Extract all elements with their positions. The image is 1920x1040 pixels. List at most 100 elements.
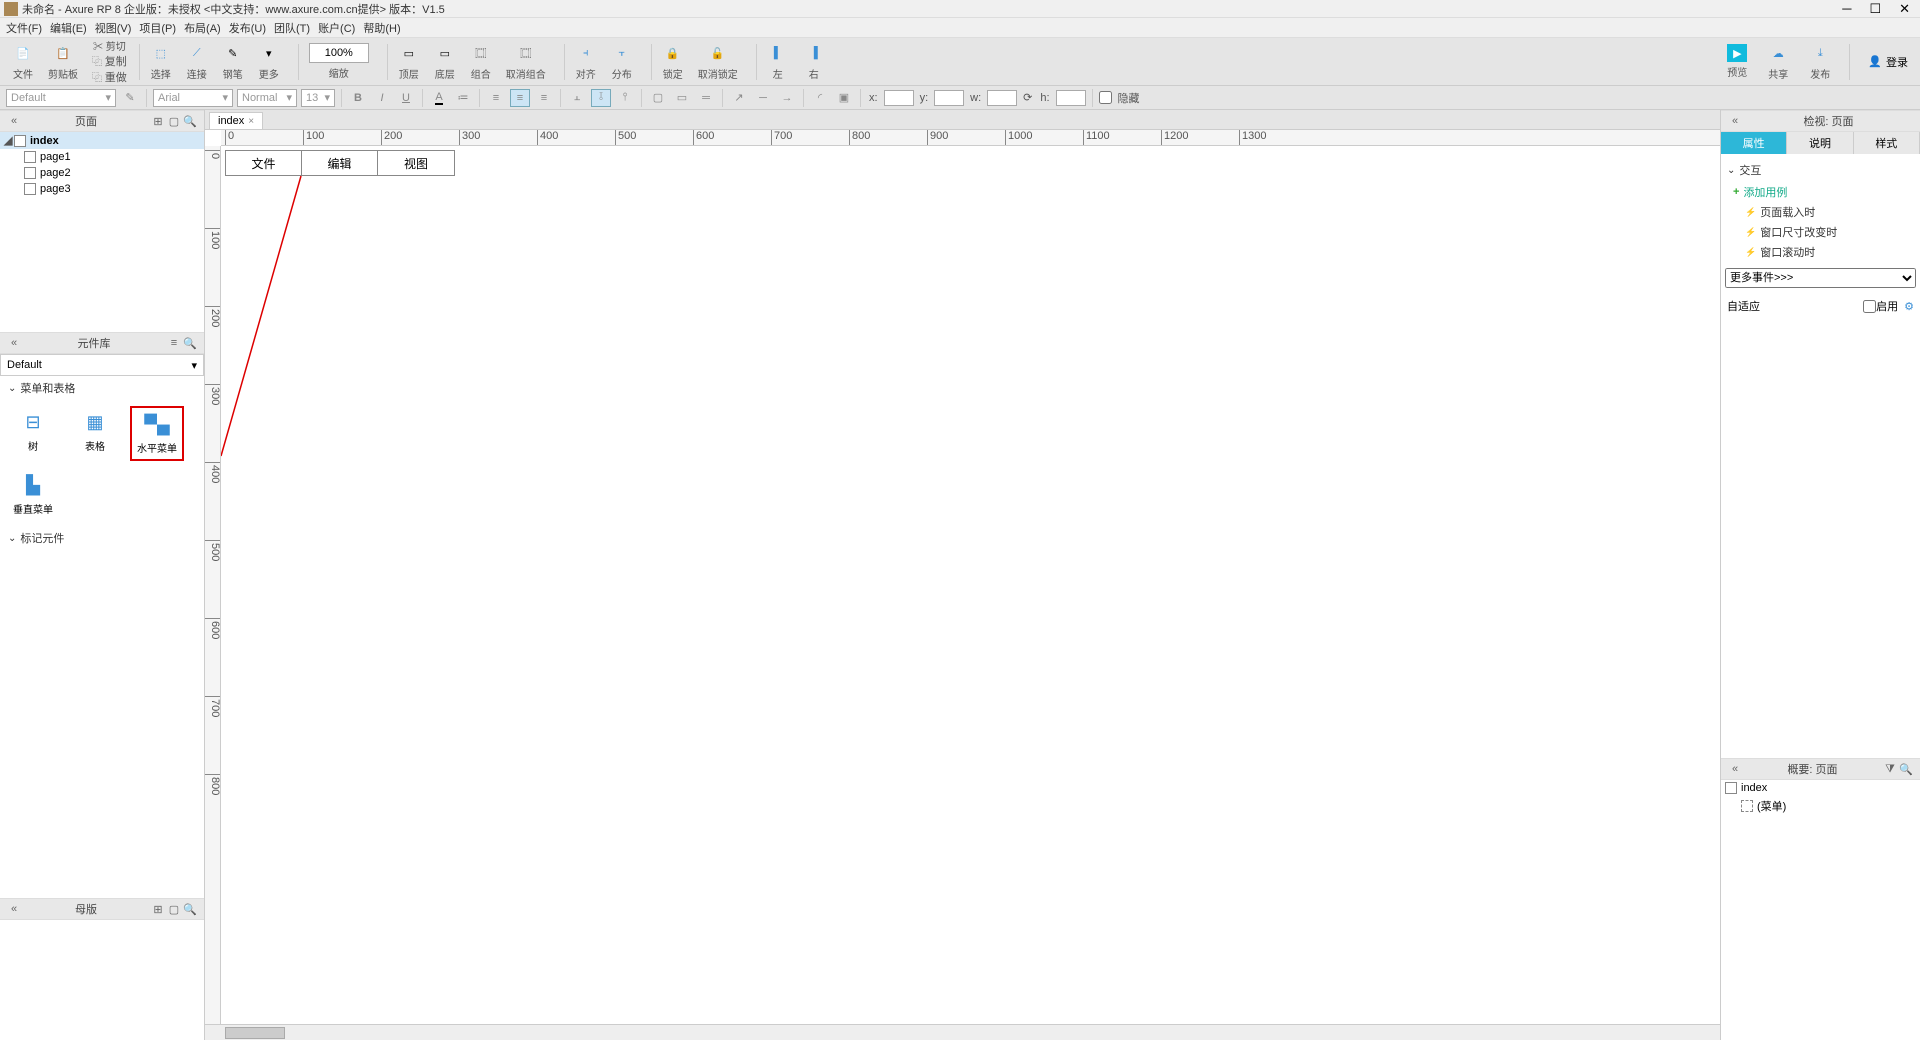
menu-view[interactable]: 视图(V) <box>95 20 132 36</box>
pages-collapse-icon[interactable]: « <box>6 113 22 129</box>
select-tool[interactable]: ⬚选择 <box>144 40 178 83</box>
page-index[interactable]: ◢index <box>0 132 204 149</box>
outline-filter-icon[interactable]: ⧩ <box>1882 761 1898 777</box>
inspector-collapse-icon[interactable]: « <box>1727 113 1743 129</box>
tab-index[interactable]: index× <box>209 112 263 129</box>
page-page2[interactable]: page2 <box>0 165 204 181</box>
share-button[interactable]: ☁共享 <box>1761 40 1795 83</box>
maximize-button[interactable]: ☐ <box>1869 1 1881 17</box>
line-color[interactable]: ▭ <box>672 89 692 107</box>
align-left-button[interactable]: ▌左 <box>761 40 795 83</box>
adaptive-settings-icon[interactable]: ⚙ <box>1904 300 1914 313</box>
canvas[interactable]: 文件 编辑 视图 <box>221 146 1720 1024</box>
lib-collapse-icon[interactable]: « <box>6 335 22 351</box>
event-pageload[interactable]: 页面载入时 <box>1725 202 1916 222</box>
line-width[interactable]: ═ <box>696 89 716 107</box>
menu-cell-view[interactable]: 视图 <box>378 151 454 175</box>
preview-button[interactable]: ▶预览 <box>1721 42 1753 81</box>
h-input[interactable] <box>1056 90 1086 106</box>
valign-top[interactable]: ⫠ <box>567 89 587 107</box>
hidden-checkbox[interactable] <box>1099 91 1112 104</box>
style-edit-icon[interactable]: ✎ <box>120 89 140 107</box>
y-input[interactable] <box>934 90 964 106</box>
page-page3[interactable]: page3 <box>0 181 204 197</box>
align-right-text[interactable]: ≡ <box>534 89 554 107</box>
menu-edit[interactable]: 编辑(E) <box>50 20 87 36</box>
underline-button[interactable]: U <box>396 89 416 107</box>
canvas-horizontal-menu-widget[interactable]: 文件 编辑 视图 <box>225 150 455 176</box>
fill-color[interactable]: ▢ <box>648 89 668 107</box>
font-combo[interactable]: Arial▾ <box>153 89 233 107</box>
file-button[interactable]: 📄文件 <box>6 40 40 83</box>
tab-notes[interactable]: 说明 <box>1787 132 1853 154</box>
valign-bottom[interactable]: ⫯ <box>615 89 635 107</box>
publish-button[interactable]: ⤓发布 <box>1803 40 1837 83</box>
pages-search-icon[interactable]: 🔍 <box>182 113 198 129</box>
menu-cell-file[interactable]: 文件 <box>226 151 302 175</box>
menu-publish[interactable]: 发布(U) <box>229 20 266 36</box>
lib-cat-markup[interactable]: 标记元件 <box>0 526 204 550</box>
pages-add-icon[interactable]: ⊞ <box>150 113 166 129</box>
menu-help[interactable]: 帮助(H) <box>363 20 400 36</box>
size-combo[interactable]: 13▾ <box>301 89 335 107</box>
more-tool[interactable]: ▾更多 <box>252 40 286 83</box>
horizontal-scrollbar[interactable] <box>205 1024 1720 1040</box>
clipboard-button[interactable]: 📋剪贴板 <box>42 40 84 83</box>
distribute-button[interactable]: ⫟分布 <box>605 40 639 83</box>
pen-tool[interactable]: ✎钢笔 <box>216 40 250 83</box>
align-left-text[interactable]: ≡ <box>486 89 506 107</box>
italic-button[interactable]: I <box>372 89 392 107</box>
group-button[interactable]: ⿴组合 <box>464 40 498 83</box>
connect-tool[interactable]: ⟋连接 <box>180 40 214 83</box>
bold-button[interactable]: B <box>348 89 368 107</box>
masters-collapse-icon[interactable]: « <box>6 901 22 917</box>
menu-cell-edit[interactable]: 编辑 <box>302 151 378 175</box>
align-center-text[interactable]: ≡ <box>510 89 530 107</box>
align-button[interactable]: ⫞对齐 <box>569 40 603 83</box>
zoom-control[interactable]: 100%缩放 <box>303 41 375 82</box>
event-scroll[interactable]: 窗口滚动时 <box>1725 242 1916 262</box>
widget-vertical-menu[interactable]: ▙垂直菜单 <box>6 469 60 520</box>
arrow-start[interactable]: ↗ <box>729 89 749 107</box>
lock-button[interactable]: 🔒锁定 <box>656 40 690 83</box>
interaction-section[interactable]: 交互 <box>1725 158 1916 182</box>
tab-style[interactable]: 样式 <box>1854 132 1920 154</box>
tab-properties[interactable]: 属性 <box>1721 132 1787 154</box>
widget-horizontal-menu[interactable]: ▀▄水平菜单 <box>130 406 184 461</box>
font-color-button[interactable]: A <box>429 89 449 107</box>
padding[interactable]: ▣ <box>834 89 854 107</box>
weight-combo[interactable]: Normal▾ <box>237 89 297 107</box>
corner-radius[interactable]: ◜ <box>810 89 830 107</box>
widget-tree[interactable]: ⊟树 <box>6 406 60 461</box>
unlock-button[interactable]: 🔓取消锁定 <box>692 40 744 83</box>
menu-file[interactable]: 文件(F) <box>6 20 42 36</box>
minimize-button[interactable]: ─ <box>1842 1 1851 17</box>
tab-close-icon[interactable]: × <box>248 116 254 127</box>
menu-account[interactable]: 账户(C) <box>318 20 355 36</box>
lib-search-icon[interactable]: 🔍 <box>182 335 198 351</box>
style-combo[interactable]: Default▾ <box>6 89 116 107</box>
widget-table[interactable]: ▦表格 <box>68 406 122 461</box>
valign-middle[interactable]: ⫱ <box>591 89 611 107</box>
send-back-button[interactable]: ▭底层 <box>428 40 462 83</box>
lib-menu-icon[interactable]: ≡ <box>166 335 182 351</box>
page-page1[interactable]: page1 <box>0 149 204 165</box>
masters-search-icon[interactable]: 🔍 <box>182 901 198 917</box>
pages-folder-icon[interactable]: ▢ <box>166 113 182 129</box>
lib-cat-menus[interactable]: 菜单和表格 <box>0 376 204 400</box>
outline-index[interactable]: index <box>1721 780 1920 796</box>
bullet-button[interactable]: ≔ <box>453 89 473 107</box>
event-resize[interactable]: 窗口尺寸改变时 <box>1725 222 1916 242</box>
menu-project[interactable]: 项目(P) <box>139 20 176 36</box>
close-button[interactable]: ✕ <box>1899 1 1910 17</box>
bring-front-button[interactable]: ▭顶层 <box>392 40 426 83</box>
line-style[interactable]: ─ <box>753 89 773 107</box>
masters-folder-icon[interactable]: ▢ <box>166 901 182 917</box>
menu-layout[interactable]: 布局(A) <box>184 20 221 36</box>
login-button[interactable]: 👤登录 <box>1862 52 1914 72</box>
x-input[interactable] <box>884 90 914 106</box>
outline-collapse-icon[interactable]: « <box>1727 761 1743 777</box>
arrow-end[interactable]: → <box>777 89 797 107</box>
w-input[interactable] <box>987 90 1017 106</box>
menu-team[interactable]: 团队(T) <box>274 20 310 36</box>
